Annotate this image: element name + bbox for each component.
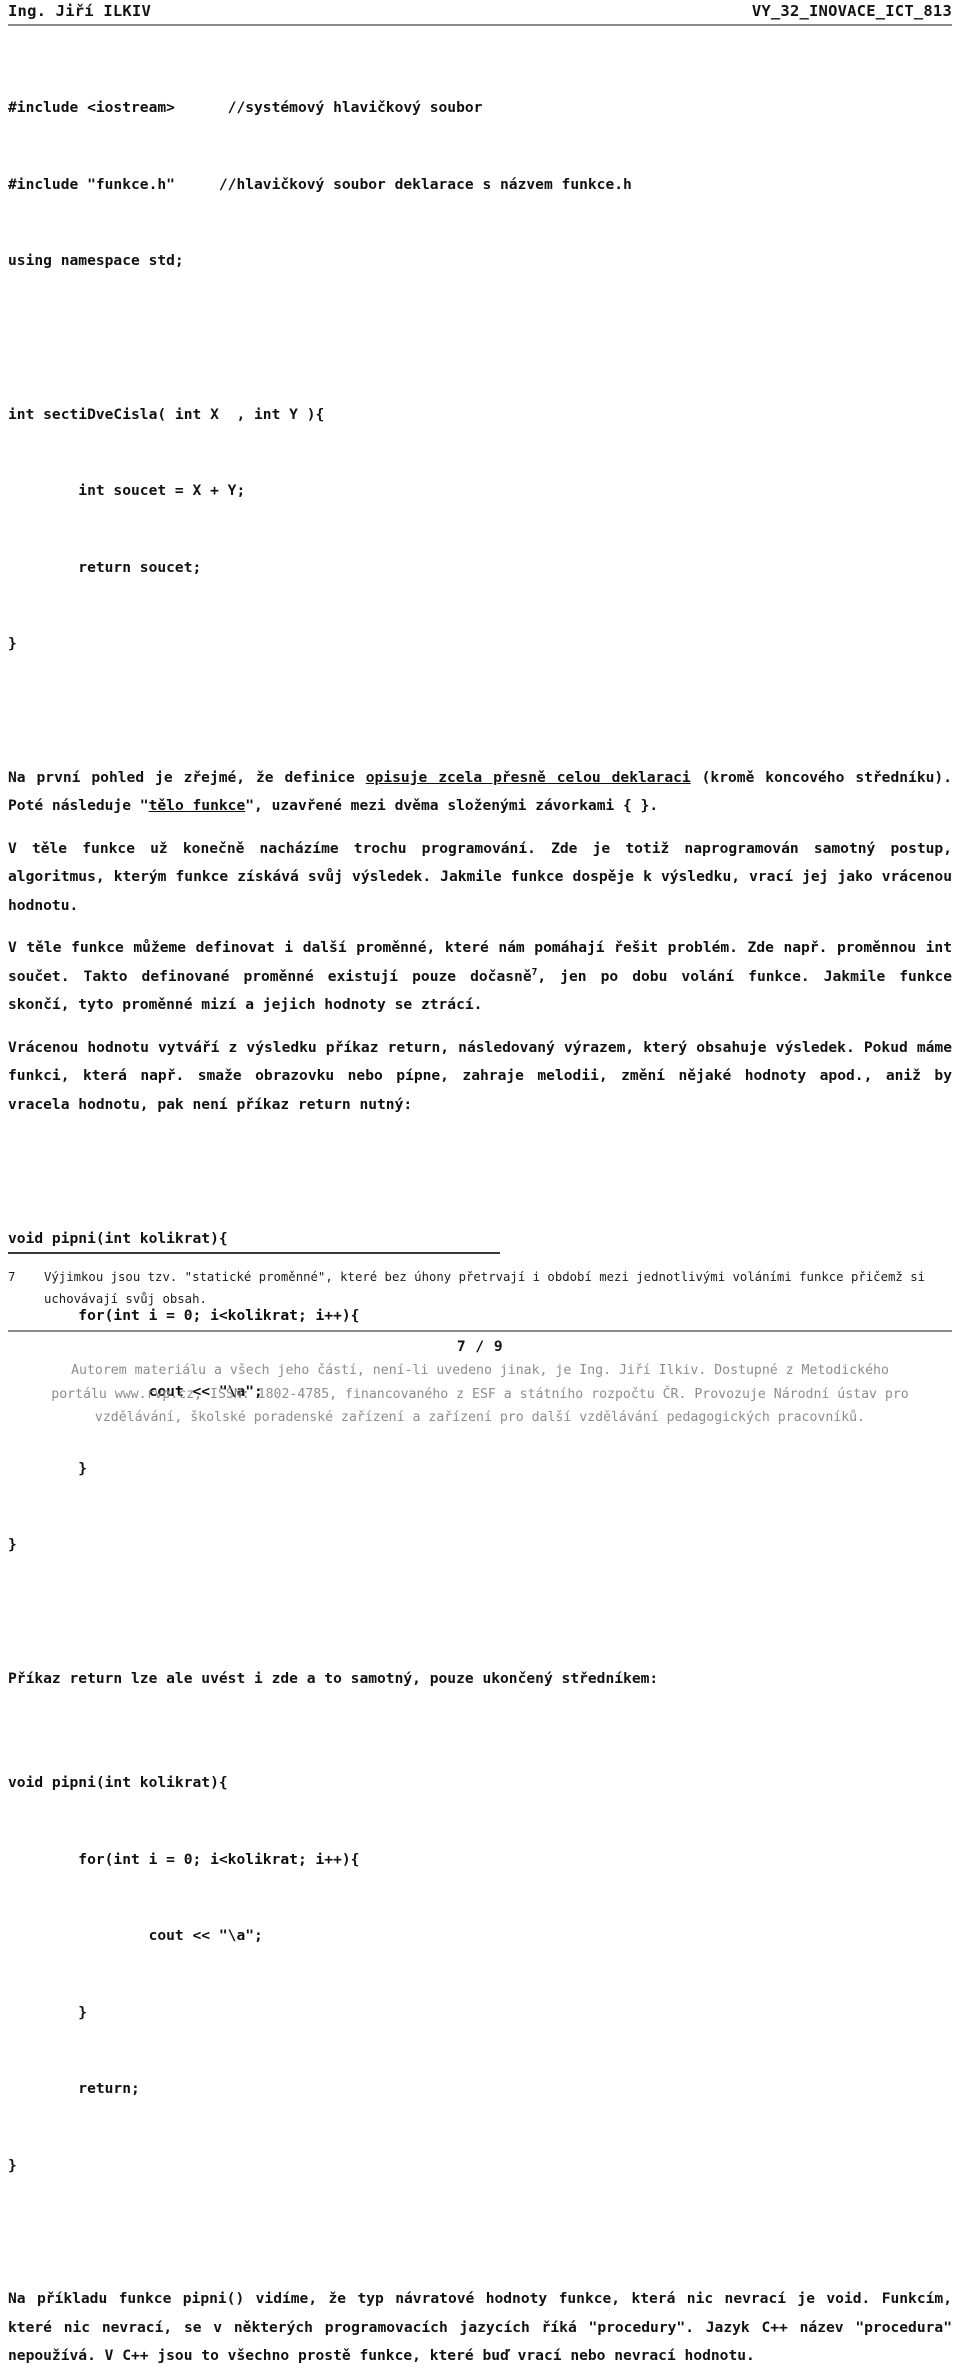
code-line: #include <iostream> //systémový hlavičko… — [8, 99, 483, 116]
code-line: for(int i = 0; i<kolikrat; i++){ — [8, 1850, 360, 1868]
paragraph-void-procedures: Na příkladu funkce pipni() vidíme, že ty… — [8, 2290, 952, 2364]
footer-attribution: Autorem materiálu a všech jeho částí, ne… — [8, 1359, 952, 1430]
code-line: using namespace std; — [8, 252, 184, 269]
footnote-entry: 7 Výjimkou jsou tzv. "statické proměnné"… — [8, 1266, 952, 1310]
code-line: cout << "\a"; — [8, 1927, 263, 1944]
header-author: Ing. Jiří ILKIV — [8, 2, 151, 20]
underlined-phrase-telo-funkce: tělo funkce — [148, 797, 246, 814]
code-line: int sectiDveCisla( int X , int Y ){ — [8, 405, 325, 423]
paragraph-local-variables: V těle funkce můžeme definovat i další p… — [8, 934, 952, 1020]
footer-line: vzdělávání, školské poradenské zařízení … — [94, 1410, 866, 1425]
code-line: return; — [8, 2080, 140, 2097]
code-line: } — [8, 1459, 88, 1477]
paragraph-return-statement: Vrácenou hodnotu vytváří z výsledku přík… — [8, 1038, 952, 1113]
footer-separator — [8, 1330, 952, 1332]
code-line: #include "funkce.h" //hlavičkový soubor … — [8, 175, 632, 193]
paragraph-definition-mirrors-declaration: Na první pohled je zřejmé, že definice o… — [8, 764, 952, 821]
para-text-segment: Na první pohled je zřejmé, že definice — [8, 768, 366, 786]
code-block-includes: #include <iostream> //systémový hlavičko… — [8, 44, 952, 325]
footer-line: portálu www.rvp.cz, ISSN: 1802-4785, fin… — [51, 1386, 909, 1402]
page-number: 7 / 9 — [456, 1339, 504, 1355]
code-line: void pipni(int kolikrat){ — [8, 1230, 228, 1247]
code-line: int soucet = X + Y; — [8, 482, 246, 499]
code-line: void pipni(int kolikrat){ — [8, 1774, 228, 1791]
para-text-segment: ", uzavřené mezi dvěma složenými závorka… — [245, 797, 659, 814]
paragraph-function-body-algorithm: V těle funkce už konečně nacházíme troch… — [8, 839, 952, 914]
document-page: Ing. Jiří ILKIV VY_32_INOVACE_ICT_813 #i… — [0, 0, 960, 2364]
footnote-number: 7 — [8, 1270, 16, 1284]
paragraph-return-alone: Příkaz return lze ale uvést i zde a to s… — [8, 1669, 659, 1687]
footer-line: Autorem materiálu a všech jeho částí, ne… — [71, 1363, 889, 1378]
page-content: #include <iostream> //systémový hlavičko… — [8, 26, 952, 2371]
code-line: } — [8, 2156, 17, 2174]
code-block-secti-dve-cisla: int sectiDveCisla( int X , int Y ){ int … — [8, 351, 952, 708]
code-block-pipni-with-return: void pipni(int kolikrat){ for(int i = 0;… — [8, 1719, 952, 2229]
footnote-area: 7 Výjimkou jsou tzv. "statické proměnné"… — [8, 1252, 952, 1310]
footnote-text: Výjimkou jsou tzv. "statické proměnné", … — [44, 1270, 925, 1306]
code-line: return soucet; — [8, 558, 202, 576]
header-doc-code: VY_32_INOVACE_ICT_813 — [751, 2, 952, 20]
page-footer: 7 / 9 Autorem materiálu a všech jeho čás… — [8, 1330, 952, 1430]
page-header: Ing. Jiří ILKIV VY_32_INOVACE_ICT_813 — [8, 0, 952, 26]
underlined-phrase-opisuje: opisuje zcela přesně celou deklaraci — [365, 768, 691, 786]
code-line: } — [8, 635, 17, 652]
footnote-separator — [8, 1252, 500, 1254]
code-line: } — [8, 1536, 17, 1553]
code-line: } — [8, 2003, 88, 2021]
